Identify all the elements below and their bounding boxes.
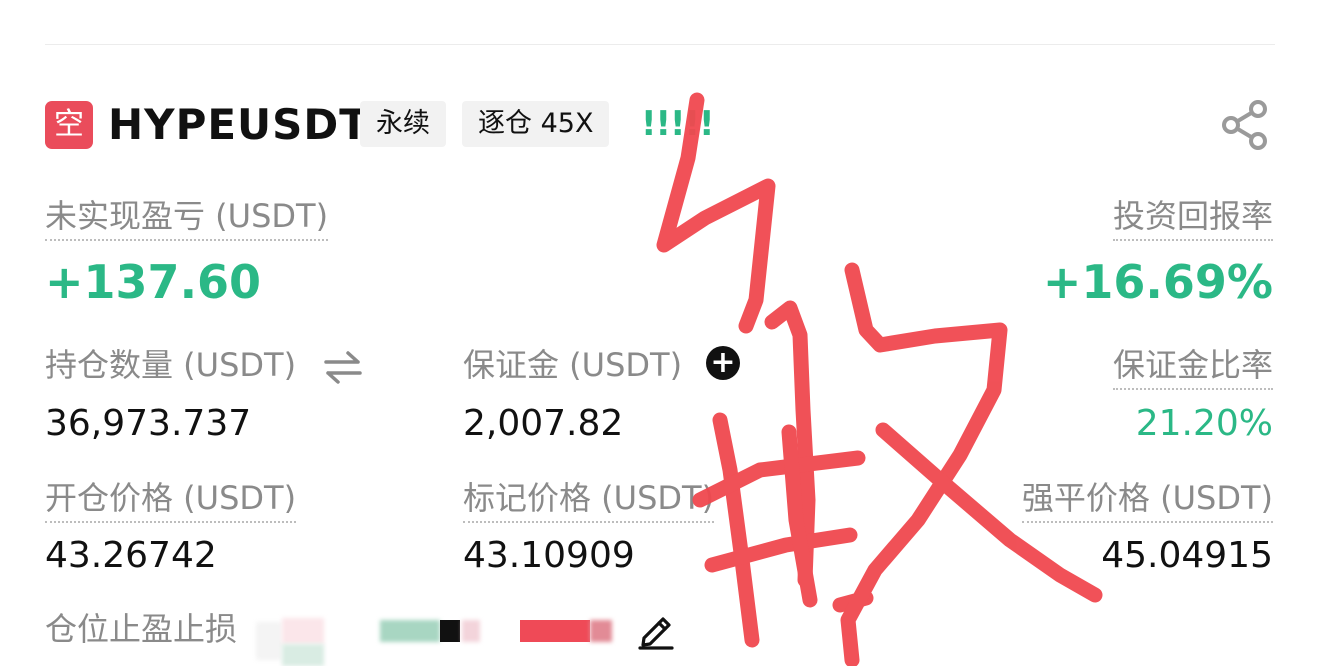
redacted-block — [256, 622, 282, 660]
pencil-icon[interactable] — [636, 610, 676, 650]
redacted-block — [282, 618, 324, 644]
plus-circle-icon[interactable]: + — [706, 346, 740, 380]
margin-mode-tag[interactable]: 逐仓 45X — [462, 101, 610, 147]
symbol-title[interactable]: HYPEUSDT — [108, 98, 369, 152]
unrealized-pnl-label[interactable]: 未实现盈亏 (USDT) — [45, 195, 329, 241]
swap-icon[interactable] — [322, 349, 364, 385]
redacted-block — [440, 620, 460, 642]
position-size-label: 持仓数量 (USDT) — [45, 346, 297, 384]
mark-price-label[interactable]: 标记价格 (USDT) — [463, 477, 715, 523]
margin-ratio-value: 21.20% — [1135, 403, 1273, 444]
tpsl-label: 仓位止盈止损 — [45, 610, 238, 648]
adl-indicator-icon: !!!!! — [641, 104, 715, 144]
margin-label: 保证金 (USDT) — [463, 346, 683, 384]
margin-ratio-label[interactable]: 保证金比率 — [1112, 344, 1273, 390]
liquidation-price-value: 45.04915 — [1101, 535, 1273, 576]
redacted-block — [462, 620, 480, 642]
redacted-block — [282, 644, 324, 666]
liquidation-price-label[interactable]: 强平价格 (USDT) — [1021, 477, 1273, 523]
redacted-block — [380, 620, 440, 642]
share-icon[interactable] — [1218, 98, 1272, 152]
margin-value: 2,007.82 — [463, 403, 624, 444]
entry-price-value: 43.26742 — [45, 535, 217, 576]
entry-price-label[interactable]: 开仓价格 (USDT) — [45, 477, 297, 523]
roi-value: +16.69% — [1042, 255, 1273, 309]
redacted-block — [520, 620, 590, 642]
roi-label[interactable]: 投资回报率 — [1112, 195, 1273, 241]
redacted-block — [590, 620, 612, 642]
unrealized-pnl-value: +137.60 — [45, 255, 262, 309]
mark-price-value: 43.10909 — [463, 535, 635, 576]
contract-type-tag: 永续 — [360, 101, 446, 147]
top-divider — [45, 44, 1275, 45]
position-size-value: 36,973.737 — [45, 403, 252, 444]
short-badge: 空 — [45, 101, 93, 149]
